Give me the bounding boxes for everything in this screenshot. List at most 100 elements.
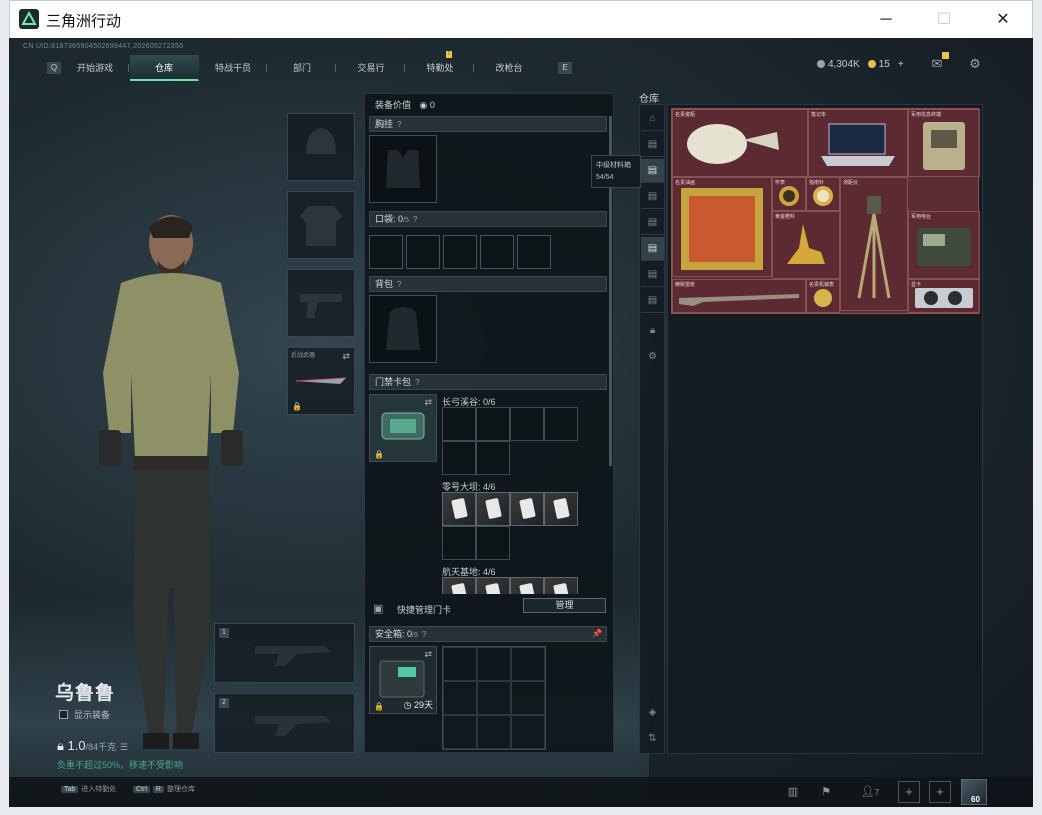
nav-prev-key[interactable]: Q	[47, 62, 61, 74]
key-cell[interactable]	[476, 407, 510, 441]
tab-gunsmith[interactable]: 改枪台	[475, 55, 544, 81]
show-equipment-toggle[interactable]: 显示装备	[59, 708, 110, 721]
safe-cell[interactable]	[511, 681, 545, 715]
armor-slot[interactable]	[287, 191, 355, 259]
tab-warehouse[interactable]: 仓库	[130, 55, 199, 81]
keycard-item[interactable]	[544, 577, 578, 594]
stats-icon[interactable]: ▥	[784, 783, 802, 801]
keycard-scroll-area[interactable]: 长弓溪谷: 0/6 零号大坝: 4/6 航天基地: 4/6	[365, 394, 615, 594]
nav-next-key[interactable]: E	[558, 62, 572, 74]
melee-slot[interactable]: 近战武器 ⇄ 🔒	[287, 347, 355, 415]
key-cell[interactable]	[476, 526, 510, 560]
layers-icon[interactable]: ◈	[641, 701, 664, 725]
coin-balance[interactable]: 4,304K	[817, 59, 860, 70]
safe-cell[interactable]	[443, 647, 477, 681]
primary-weapon-slot-2[interactable]: 2	[214, 693, 355, 753]
chest-rig-slot[interactable]	[369, 135, 437, 203]
storage-item[interactable]: 名贵机械表	[806, 279, 840, 313]
safe-box-slot[interactable]: ⇄ 🔒 ◷ 29天	[369, 646, 437, 714]
keycard-item[interactable]	[476, 577, 510, 594]
keycard-item[interactable]	[510, 492, 544, 526]
primary-weapon-slot-1[interactable]: 1	[214, 623, 355, 683]
flag-icon[interactable]: ⚑	[817, 783, 835, 801]
lock-icon[interactable]: 🔒︎	[641, 319, 664, 343]
help-icon[interactable]: ?	[415, 378, 419, 387]
key-cell[interactable]	[510, 407, 544, 441]
invite-button[interactable]: +	[929, 781, 951, 803]
storage-item[interactable]: 笔记本	[808, 109, 908, 177]
storage-tab[interactable]: ▤	[641, 185, 664, 209]
tab-hotkey-hint[interactable]: Tab 进入特勤处	[61, 784, 116, 794]
swap-icon[interactable]: ⇄	[342, 351, 350, 362]
help-icon[interactable]: ?	[422, 630, 426, 639]
tab-special-ops[interactable]: 特勤处!	[406, 51, 475, 81]
keycard-item[interactable]	[476, 492, 510, 526]
key-cell[interactable]	[476, 441, 510, 475]
key-cell[interactable]	[442, 441, 476, 475]
storage-tab-materials[interactable]: ▤	[641, 159, 664, 183]
storage-item[interactable]: 名贵瓷瓶	[672, 109, 808, 177]
pocket-cell[interactable]	[443, 235, 477, 269]
safe-cell[interactable]	[477, 647, 511, 681]
storage-tab[interactable]: ▤	[641, 263, 664, 287]
minimize-button[interactable]: ─	[866, 5, 906, 35]
keycard-item[interactable]	[442, 577, 476, 594]
key-cell[interactable]	[544, 407, 578, 441]
safe-cell[interactable]	[511, 647, 545, 681]
keycard-item[interactable]	[442, 492, 476, 526]
safe-cell[interactable]	[477, 681, 511, 715]
storage-item[interactable]: 名贵油画	[672, 177, 772, 277]
swap-icon[interactable]: ⇄	[424, 649, 432, 660]
storage-item[interactable]: 显卡	[908, 279, 980, 313]
safe-cell[interactable]	[477, 715, 511, 749]
storage-item[interactable]: 军用信息终端	[908, 109, 980, 177]
settings-icon[interactable]: ⚙	[967, 56, 983, 72]
sort-hotkey-hint[interactable]: Ctrl R 整理仓库	[133, 784, 195, 794]
storage-grid[interactable]: 名贵瓷瓶 笔记本 军用信息终端 名贵油画 怀表 指南针 测距仪 黄金瞪羚 军用电…	[667, 104, 983, 754]
storage-tab[interactable]: ▤	[641, 211, 664, 235]
manage-button[interactable]: 管理	[523, 598, 606, 613]
key-cell[interactable]	[442, 407, 476, 441]
storage-tab[interactable]: ▤	[641, 237, 664, 261]
ticket-balance[interactable]: 15	[867, 59, 890, 70]
tab-department[interactable]: 部门	[268, 55, 337, 81]
storage-tab[interactable]: ▤	[641, 289, 664, 313]
helmet-slot[interactable]	[287, 113, 355, 181]
close-button[interactable]: ✕	[983, 5, 1023, 35]
help-icon[interactable]: ?	[397, 120, 401, 129]
help-icon[interactable]: ?	[413, 215, 417, 224]
storage-item[interactable]: 黄金瞪羚	[772, 211, 840, 279]
add-currency-button[interactable]: +	[898, 59, 904, 70]
storage-item[interactable]: 测距仪	[840, 177, 908, 311]
checkbox[interactable]	[59, 710, 68, 719]
safe-cell[interactable]	[511, 715, 545, 749]
tab-trading[interactable]: 交易行	[337, 55, 406, 81]
storage-item[interactable]: 指南针	[806, 177, 840, 211]
maximize-button[interactable]: ☐	[924, 5, 964, 35]
settings-icon[interactable]: ⚙	[641, 345, 664, 369]
keycard-item[interactable]	[510, 577, 544, 594]
storage-item[interactable]: 军用电台	[908, 211, 980, 279]
storage-item[interactable]: 怀表	[772, 177, 806, 211]
storage-item[interactable]: 精致猎枪	[672, 279, 806, 313]
pocket-cell[interactable]	[480, 235, 514, 269]
safe-cell[interactable]	[443, 681, 477, 715]
sort-icon[interactable]: ⇅	[641, 727, 664, 751]
storage-tab[interactable]: ▤	[641, 133, 664, 157]
tab-start-game[interactable]: 开始游戏	[61, 55, 130, 81]
storage-tab-all[interactable]: ⌂	[641, 107, 664, 131]
help-icon[interactable]: ?	[397, 280, 401, 289]
tab-operators[interactable]: 特战干员	[199, 55, 268, 81]
pistol-slot[interactable]	[287, 269, 355, 337]
pin-icon[interactable]: 📌	[592, 627, 602, 641]
pocket-cell[interactable]	[517, 235, 551, 269]
pocket-cell[interactable]	[369, 235, 403, 269]
pocket-cell[interactable]	[406, 235, 440, 269]
backpack-slot[interactable]	[369, 295, 437, 363]
keycard-item[interactable]	[544, 492, 578, 526]
invite-button[interactable]: +	[898, 781, 920, 803]
list-icon[interactable]: ☰	[120, 742, 128, 752]
key-cell[interactable]	[442, 526, 476, 560]
mail-icon[interactable]: ✉	[929, 52, 949, 72]
friends-icon[interactable]: 👤︎7	[855, 783, 885, 801]
